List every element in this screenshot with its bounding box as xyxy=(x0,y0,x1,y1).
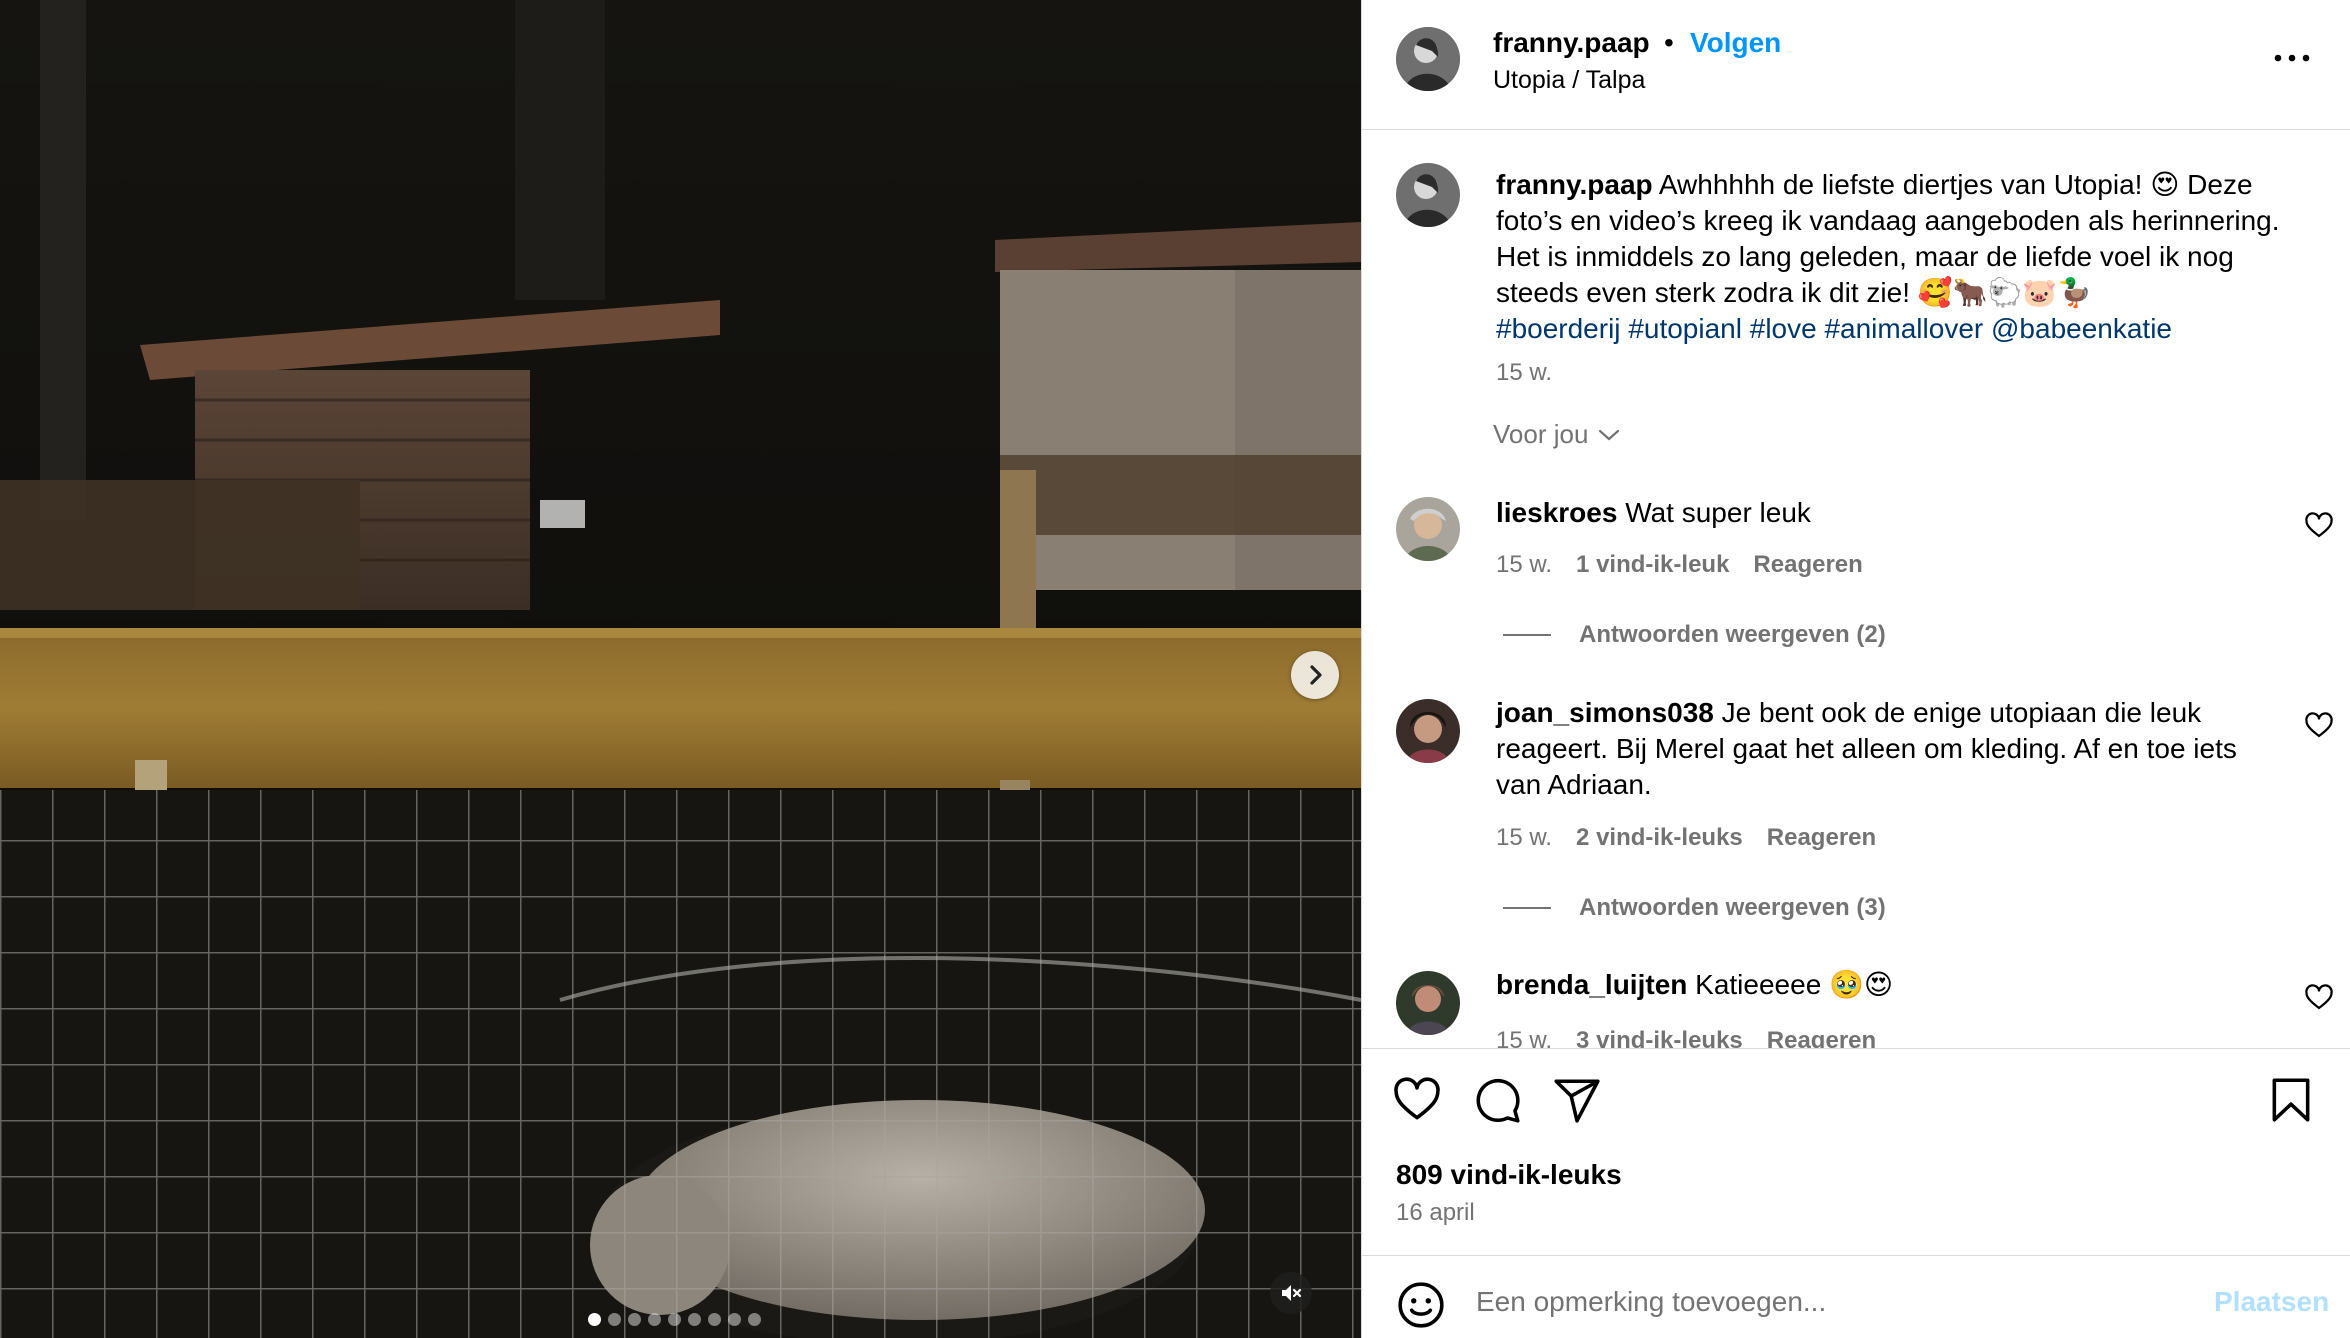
view-replies-button[interactable]: Antwoorden weergeven (3) xyxy=(1503,894,1886,922)
comments-section[interactable]: franny.paap Awhhhhh de liefste diertjes … xyxy=(1362,131,2350,1048)
view-replies-button[interactable]: Antwoorden weergeven (2) xyxy=(1503,621,1886,649)
comment-text: Katieeeee 🥹😍 xyxy=(1695,969,1894,1000)
comment-body: brenda_luijten Katieeeee 🥹😍 xyxy=(1496,967,2286,1003)
comment-like-icon[interactable] xyxy=(2304,983,2334,1013)
post-media[interactable] xyxy=(0,0,1361,1338)
comment-body: joan_simons038 Je bent ook de enige utop… xyxy=(1496,695,2286,803)
smiley-icon[interactable] xyxy=(1396,1280,1446,1330)
reply-button[interactable]: Reageren xyxy=(1753,551,1862,579)
comment-meta: 15 w. 3 vind-ik-leuks Reageren xyxy=(1496,1027,1876,1048)
comment-like-icon[interactable] xyxy=(2304,711,2334,741)
comment-username[interactable]: joan_simons038 xyxy=(1496,697,1714,728)
comment-text: Wat super leuk xyxy=(1625,497,1811,528)
replies-divider xyxy=(1503,634,1551,636)
hashtag[interactable]: #utopianl xyxy=(1628,313,1742,344)
carousel-dot xyxy=(588,1313,601,1326)
caption-author-avatar[interactable] xyxy=(1396,163,1460,227)
carousel-dot xyxy=(648,1313,661,1326)
post-details-panel: franny.paap • Volgen Utopia / Talpa fran… xyxy=(1361,0,2350,1338)
comment-meta: 15 w. 1 vind-ik-leuk Reageren xyxy=(1496,551,1863,579)
comment-like-count[interactable]: 2 vind-ik-leuks xyxy=(1576,824,1743,852)
separator-dot: • xyxy=(1664,27,1674,58)
chevron-right-icon xyxy=(1310,665,1322,685)
reply-button[interactable]: Reageren xyxy=(1767,824,1876,852)
comment-meta: 15 w. 2 vind-ik-leuks Reageren xyxy=(1496,824,1876,852)
post-caption: franny.paap Awhhhhh de liefste diertjes … xyxy=(1496,167,2286,347)
carousel-indicator xyxy=(588,1313,761,1326)
comment-time: 15 w. xyxy=(1496,824,1553,851)
carousel-dot xyxy=(668,1313,681,1326)
view-replies-label: Antwoorden weergeven (3) xyxy=(1579,894,1886,921)
carousel-dot xyxy=(688,1313,701,1326)
reply-button[interactable]: Reageren xyxy=(1767,1027,1876,1048)
comment-sort-dropdown[interactable]: Voor jou xyxy=(1493,419,1620,450)
comment-username[interactable]: lieskroes xyxy=(1496,497,1617,528)
replies-divider xyxy=(1503,907,1551,909)
carousel-dot xyxy=(748,1313,761,1326)
carousel-dot xyxy=(708,1313,721,1326)
comment-body: lieskroes Wat super leuk xyxy=(1496,495,2286,531)
commenter-avatar[interactable] xyxy=(1396,497,1460,561)
post-date: 16 april xyxy=(1396,1199,1475,1226)
next-slide-button[interactable] xyxy=(1291,651,1339,699)
hashtag[interactable]: #animallover xyxy=(1824,313,1983,344)
more-options-button[interactable] xyxy=(2267,40,2317,76)
author-username[interactable]: franny.paap xyxy=(1493,27,1650,59)
like-count[interactable]: 809 vind-ik-leuks xyxy=(1396,1159,1622,1191)
post-location[interactable]: Utopia / Talpa xyxy=(1493,66,1645,95)
comment-composer: Plaatsen xyxy=(1362,1255,2350,1338)
carousel-dot xyxy=(628,1313,641,1326)
view-replies-label: Antwoorden weergeven (2) xyxy=(1579,621,1886,648)
caption-time: 15 w. xyxy=(1496,359,1553,386)
carousel-dot xyxy=(728,1313,741,1326)
speaker-muted-icon xyxy=(1282,1285,1302,1301)
comment-username[interactable]: brenda_luijten xyxy=(1496,969,1687,1000)
author-avatar[interactable] xyxy=(1396,27,1460,91)
post-comment-button[interactable]: Plaatsen xyxy=(2214,1286,2329,1318)
comment-like-icon[interactable] xyxy=(2304,511,2334,541)
comment-bubble-icon[interactable] xyxy=(1472,1075,1522,1125)
bookmark-icon[interactable] xyxy=(2266,1075,2316,1125)
post-photo xyxy=(0,0,1361,1338)
caption-meta: 15 w. xyxy=(1496,359,1552,387)
more-options-icon xyxy=(2274,54,2310,62)
sort-label: Voor jou xyxy=(1493,419,1589,449)
post-header: franny.paap • Volgen Utopia / Talpa xyxy=(1362,0,2350,130)
comment-like-count[interactable]: 3 vind-ik-leuks xyxy=(1576,1027,1743,1048)
post-actions: 809 vind-ik-leuks 16 april xyxy=(1362,1048,2350,1255)
heart-icon[interactable] xyxy=(1392,1075,1442,1125)
comment-input[interactable] xyxy=(1476,1274,2136,1330)
hashtag[interactable]: #love xyxy=(1750,313,1817,344)
user-mention[interactable]: @babeenkatie xyxy=(1991,313,2172,344)
mute-toggle-button[interactable] xyxy=(1270,1272,1312,1314)
paper-plane-icon[interactable] xyxy=(1552,1075,1602,1125)
caption-username[interactable]: franny.paap xyxy=(1496,169,1653,200)
comment-like-count[interactable]: 1 vind-ik-leuk xyxy=(1576,551,1729,579)
comment-time: 15 w. xyxy=(1496,551,1553,578)
follow-button[interactable]: Volgen xyxy=(1690,27,1781,59)
commenter-avatar[interactable] xyxy=(1396,699,1460,763)
commenter-avatar[interactable] xyxy=(1396,971,1460,1035)
carousel-dot xyxy=(608,1313,621,1326)
chevron-down-icon xyxy=(1599,429,1620,440)
hashtag[interactable]: #boerderij xyxy=(1496,313,1621,344)
comment-time: 15 w. xyxy=(1496,1027,1553,1048)
